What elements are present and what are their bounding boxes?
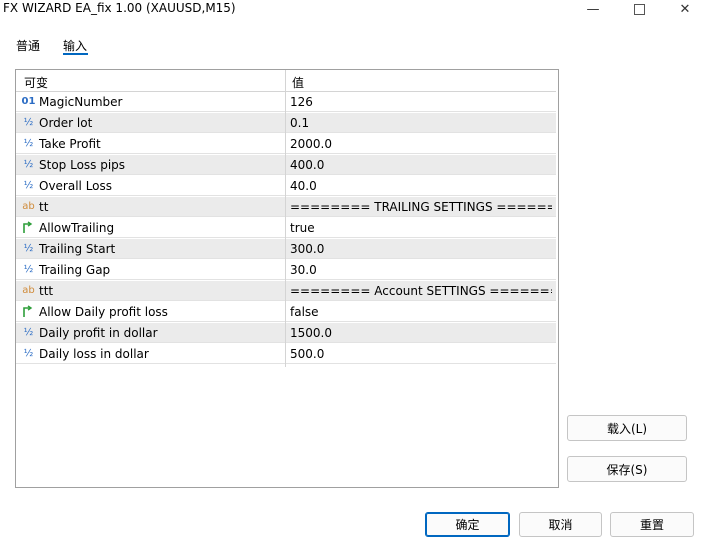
bool-type-icon bbox=[21, 305, 36, 318]
table-row[interactable]: ½ Daily profit in dollar 1500.0 bbox=[16, 323, 556, 343]
double-type-icon: ½ bbox=[23, 348, 34, 359]
minimize-icon: — bbox=[586, 1, 600, 17]
parameter-value[interactable]: ======== Account SETTINGS =======... bbox=[290, 284, 552, 298]
save-button[interactable]: 保存(S) bbox=[567, 456, 687, 482]
cancel-button[interactable]: 取消 bbox=[519, 512, 602, 537]
dialog-content: 普通 输入 可变 值 01 MagicNumber 126 ½ Order lot 0.1… bbox=[0, 18, 711, 552]
parameter-value[interactable]: 1500.0 bbox=[290, 326, 552, 340]
parameter-value[interactable]: 2000.0 bbox=[290, 137, 552, 151]
parameter-name: tt bbox=[39, 200, 49, 214]
table-row[interactable]: ½ Stop Loss pips 400.0 bbox=[16, 155, 556, 175]
title-bar: FX WIZARD EA_fix 1.00 (XAUUSD,M15) — ✕ bbox=[0, 0, 711, 18]
parameter-name: Allow Daily profit loss bbox=[39, 305, 168, 319]
parameter-value[interactable]: false bbox=[290, 305, 552, 319]
table-row[interactable]: AllowTrailing true bbox=[16, 218, 556, 238]
parameter-value[interactable]: 40.0 bbox=[290, 179, 552, 193]
table-row[interactable]: ab tt ======== TRAILING SETTINGS ======... bbox=[16, 197, 556, 217]
parameter-value[interactable]: 300.0 bbox=[290, 242, 552, 256]
reset-button[interactable]: 重置 bbox=[610, 512, 694, 537]
parameter-value[interactable]: 500.0 bbox=[290, 347, 552, 361]
parameter-value[interactable]: ======== TRAILING SETTINGS ======... bbox=[290, 200, 552, 214]
parameter-value[interactable]: 0.1 bbox=[290, 116, 552, 130]
parameter-name: Overall Loss bbox=[39, 179, 113, 193]
tab-general[interactable]: 普通 bbox=[16, 37, 40, 54]
maximize-button[interactable] bbox=[616, 0, 662, 18]
parameter-name: Daily loss in dollar bbox=[39, 347, 149, 361]
tab-inputs[interactable]: 输入 bbox=[63, 37, 87, 54]
table-row[interactable]: Allow Daily profit loss false bbox=[16, 302, 556, 322]
table-row[interactable]: ½ Take Profit 2000.0 bbox=[16, 134, 556, 154]
parameter-name: Trailing Start bbox=[39, 242, 116, 256]
table-row[interactable]: ½ Daily loss in dollar 500.0 bbox=[16, 344, 556, 364]
double-type-icon: ½ bbox=[23, 327, 34, 338]
maximize-icon bbox=[633, 3, 645, 15]
table-row[interactable]: ab ttt ======== Account SETTINGS =======..… bbox=[16, 281, 556, 301]
integer-type-icon: 01 bbox=[21, 96, 36, 107]
double-type-icon: ½ bbox=[23, 117, 34, 128]
parameter-name: Take Profit bbox=[39, 137, 101, 151]
table-row[interactable]: ½ Trailing Start 300.0 bbox=[16, 239, 556, 259]
grid-header: 可变 值 bbox=[16, 70, 556, 92]
parameter-name: Stop Loss pips bbox=[39, 158, 126, 172]
table-row[interactable]: ½ Order lot 0.1 bbox=[16, 113, 556, 133]
bool-type-icon bbox=[21, 221, 36, 234]
close-icon: ✕ bbox=[679, 1, 691, 17]
parameter-name: AllowTrailing bbox=[39, 221, 115, 235]
parameter-value[interactable]: 126 bbox=[290, 95, 552, 109]
load-button[interactable]: 载入(L) bbox=[567, 415, 687, 441]
ok-button[interactable]: 确定 bbox=[425, 512, 510, 537]
parameter-name: Order lot bbox=[39, 116, 93, 130]
table-row[interactable]: 01 MagicNumber 126 bbox=[16, 92, 556, 112]
inputs-grid: 可变 值 01 MagicNumber 126 ½ Order lot 0.1 ½ Take … bbox=[15, 69, 559, 488]
parameter-value[interactable]: 30.0 bbox=[290, 263, 552, 277]
minimize-button[interactable]: — bbox=[570, 0, 616, 18]
double-type-icon: ½ bbox=[23, 159, 34, 170]
column-divider[interactable] bbox=[285, 70, 286, 367]
parameter-value[interactable]: 400.0 bbox=[290, 158, 552, 172]
column-header-variable[interactable]: 可变 bbox=[24, 74, 48, 91]
close-button[interactable]: ✕ bbox=[662, 0, 708, 18]
table-row[interactable]: ½ Trailing Gap 30.0 bbox=[16, 260, 556, 280]
parameter-name: ttt bbox=[39, 284, 54, 298]
parameter-name: Trailing Gap bbox=[39, 263, 111, 277]
double-type-icon: ½ bbox=[23, 243, 34, 254]
parameter-value[interactable]: true bbox=[290, 221, 552, 235]
active-tab-indicator bbox=[63, 53, 88, 55]
double-type-icon: ½ bbox=[23, 180, 34, 191]
double-type-icon: ½ bbox=[23, 264, 34, 275]
string-type-icon: ab bbox=[22, 285, 35, 296]
string-type-icon: ab bbox=[22, 201, 35, 212]
column-header-value[interactable]: 值 bbox=[292, 74, 304, 91]
window-title: FX WIZARD EA_fix 1.00 (XAUUSD,M15) bbox=[3, 1, 236, 15]
parameter-name: Daily profit in dollar bbox=[39, 326, 158, 340]
table-row[interactable]: ½ Overall Loss 40.0 bbox=[16, 176, 556, 196]
double-type-icon: ½ bbox=[23, 138, 34, 149]
parameter-name: MagicNumber bbox=[39, 95, 123, 109]
